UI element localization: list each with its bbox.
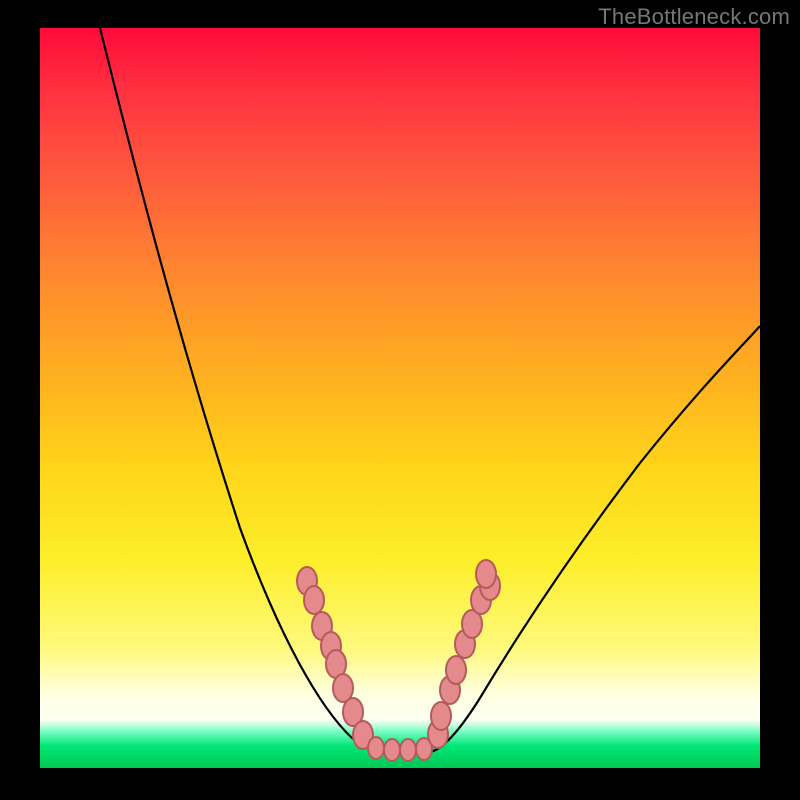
marker-right-4: [445, 655, 467, 685]
marker-right-9: [475, 559, 497, 589]
plot-area: [40, 28, 760, 768]
watermark-text: TheBottleneck.com: [598, 4, 790, 30]
curves-svg: [40, 28, 760, 768]
marker-right-2: [430, 701, 452, 731]
right-curve: [430, 326, 760, 752]
